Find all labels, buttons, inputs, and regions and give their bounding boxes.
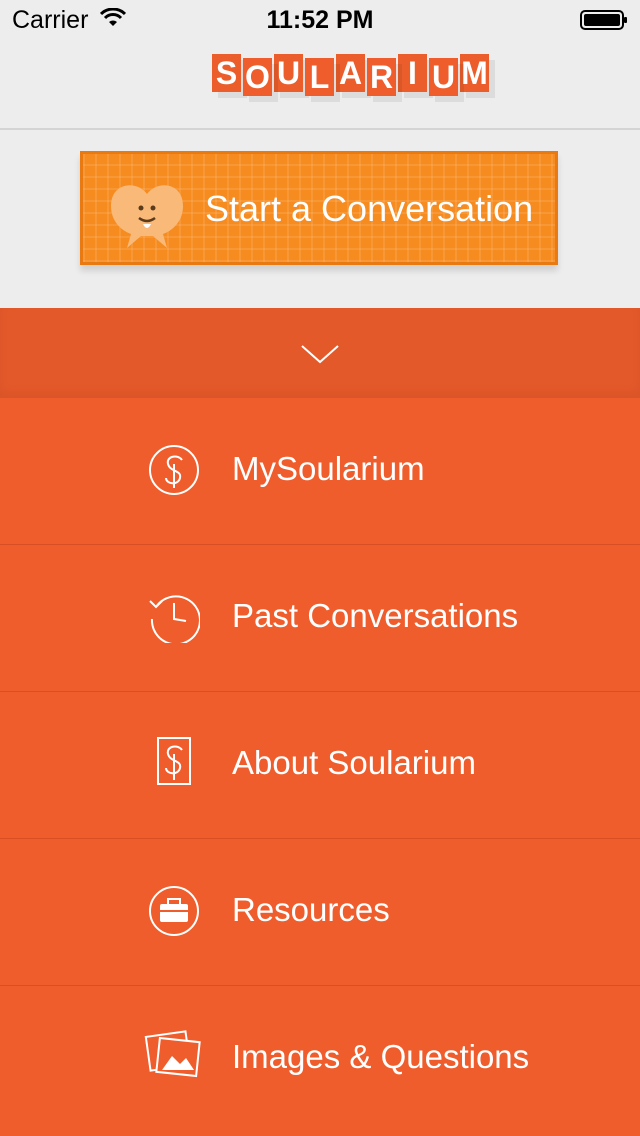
soularium-card-icon [157,737,191,785]
menu-item-label: Images & Questions [232,1038,530,1075]
status-bar: Carrier 11:52 PM [0,0,640,40]
clock-time: 11:52 PM [266,6,374,34]
menu-item-label: Past Conversations [232,597,519,634]
menu-item-label: MySoularium [232,450,425,487]
briefcase-icon [149,886,199,936]
start-conversation-label: Start a Conversation [205,188,534,229]
menu-item-label: Resources [232,891,390,928]
images-icon [144,1030,201,1078]
conversation-face-icon [111,185,183,248]
logo-letter: I [398,54,427,92]
logo-letter: R [367,58,396,96]
logo-letter: O [243,58,272,96]
menu-item-resources[interactable]: Resources [0,839,640,986]
menu-collapse-toggle[interactable] [0,308,640,398]
battery-icon [580,10,627,30]
menu-item-about[interactable]: About Soularium [0,692,640,839]
logo-letter: U [429,58,458,96]
menu-item-label: About Soularium [232,744,476,781]
chevron-down-icon [301,345,339,364]
logo-letter: L [305,58,334,96]
cta-area: Start a Conversation [0,130,640,308]
main-menu: MySoularium Past Conversations About Sou… [0,398,640,1133]
app-header: S O U L A R I U M [0,40,640,130]
start-conversation-button[interactable]: Start a Conversation [80,151,558,265]
menu-item-mysoularium[interactable]: MySoularium [0,398,640,545]
logo-letter: U [274,54,303,92]
soularium-logo: S O U L A R I U M [212,54,491,96]
menu-item-past-conversations[interactable]: Past Conversations [0,545,640,692]
soularium-circle-icon [149,445,199,495]
menu-item-images-questions[interactable]: Images & Questions [0,986,640,1133]
logo-letter: S [212,54,241,92]
logo-letter: A [336,54,365,92]
history-clock-icon [149,595,200,643]
logo-letter: M [460,54,489,92]
